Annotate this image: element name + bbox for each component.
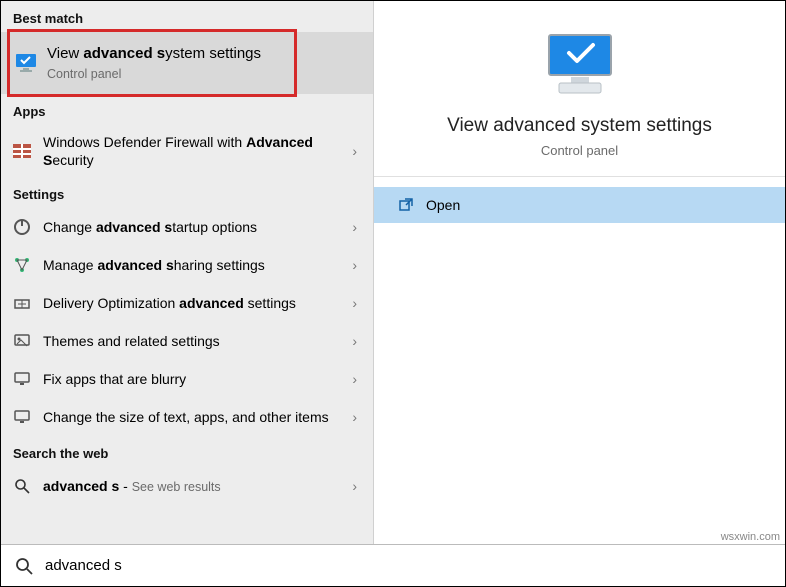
result-label: advanced s - See web results	[43, 477, 346, 495]
result-label: Themes and related settings	[43, 332, 346, 350]
result-label: Delivery Optimization advanced settings	[43, 294, 346, 312]
preview-pane: View advanced system settings Control pa…	[374, 1, 785, 544]
power-gear-icon	[11, 216, 33, 238]
action-open[interactable]: Open	[374, 187, 785, 223]
section-settings: Settings	[1, 177, 373, 208]
best-match-title: View advanced system settings	[47, 44, 355, 64]
divider	[374, 176, 785, 177]
chevron-right-icon[interactable]: ›	[346, 333, 363, 349]
open-external-icon	[398, 197, 414, 213]
preview-title: View advanced system settings	[394, 115, 765, 137]
chevron-right-icon[interactable]: ›	[346, 143, 363, 159]
monitor-check-large-icon	[394, 31, 765, 99]
result-label: Windows Defender Firewall with Advanced …	[43, 133, 346, 169]
best-match-subtitle: Control panel	[47, 66, 355, 82]
search-icon	[15, 557, 33, 575]
firewall-icon	[11, 140, 33, 162]
result-startup-options[interactable]: Change advanced startup options ›	[1, 208, 373, 246]
result-label: Change the size of text, apps, and other…	[43, 408, 346, 426]
result-label: Fix apps that are blurry	[43, 370, 346, 388]
result-best-match[interactable]: View advanced system settings Control pa…	[1, 32, 373, 94]
search-bar[interactable]	[1, 544, 785, 586]
search-icon	[11, 475, 33, 497]
display-icon	[11, 406, 33, 428]
action-open-label: Open	[426, 197, 460, 213]
result-web-search[interactable]: advanced s - See web results ›	[1, 467, 373, 505]
section-web: Search the web	[1, 436, 373, 467]
delivery-optimization-icon	[11, 292, 33, 314]
section-best-match: Best match	[1, 1, 373, 32]
chevron-right-icon[interactable]: ›	[346, 478, 363, 494]
search-input[interactable]	[45, 557, 771, 574]
result-label: Manage advanced sharing settings	[43, 256, 346, 274]
result-sharing-settings[interactable]: Manage advanced sharing settings ›	[1, 246, 373, 284]
watermark: wsxwin.com	[721, 531, 780, 543]
result-delivery-optimization[interactable]: Delivery Optimization advanced settings …	[1, 284, 373, 322]
result-app-firewall[interactable]: Windows Defender Firewall with Advanced …	[1, 125, 373, 177]
results-pane: Best match View advanced system settings…	[1, 1, 374, 544]
monitor-check-icon	[15, 52, 37, 74]
display-icon	[11, 368, 33, 390]
result-themes[interactable]: Themes and related settings ›	[1, 322, 373, 360]
chevron-right-icon[interactable]: ›	[346, 409, 363, 425]
chevron-right-icon[interactable]: ›	[346, 295, 363, 311]
result-text-size[interactable]: Change the size of text, apps, and other…	[1, 398, 373, 436]
network-share-icon	[11, 254, 33, 276]
result-blurry-apps[interactable]: Fix apps that are blurry ›	[1, 360, 373, 398]
section-apps: Apps	[1, 94, 373, 125]
preview-subtitle: Control panel	[394, 143, 765, 158]
chevron-right-icon[interactable]: ›	[346, 219, 363, 235]
chevron-right-icon[interactable]: ›	[346, 257, 363, 273]
themes-icon	[11, 330, 33, 352]
chevron-right-icon[interactable]: ›	[346, 371, 363, 387]
result-label: Change advanced startup options	[43, 218, 346, 236]
